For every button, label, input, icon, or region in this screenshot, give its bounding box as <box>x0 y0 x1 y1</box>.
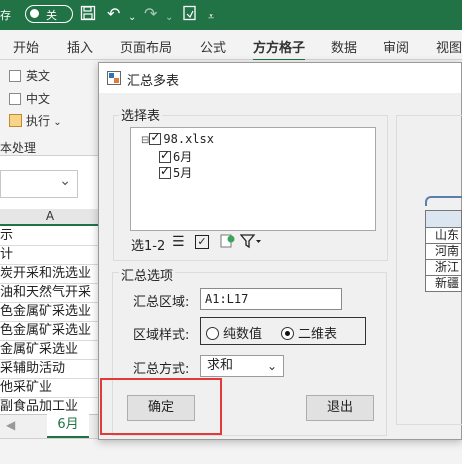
english-checkbox[interactable] <box>9 70 21 82</box>
tab-page-layout[interactable]: 页面布局 <box>120 37 172 56</box>
tab-review[interactable]: 审阅 <box>383 37 409 56</box>
exit-button[interactable]: 退出 <box>306 395 374 421</box>
child-label: 6月 <box>173 150 193 164</box>
scroll-left-icon[interactable]: ◀ <box>6 418 15 432</box>
radio-2d-table[interactable]: 二维表 <box>281 323 337 342</box>
tree-root[interactable]: ⊟ 98.xlsx <box>141 130 214 146</box>
root-label: 98.xlsx <box>163 132 214 146</box>
tree-child[interactable]: 5月 <box>159 164 192 181</box>
execute-icon <box>9 114 22 127</box>
touch-mode-icon[interactable] <box>182 5 198 25</box>
undo-dropdown-icon[interactable]: ⌄ <box>128 9 136 27</box>
ribbon-group-label: 本处理 <box>0 141 37 155</box>
table-row[interactable]: 采辅助活动 <box>0 360 100 379</box>
name-box[interactable] <box>0 170 78 198</box>
tab-insert[interactable]: 插入 <box>67 37 93 56</box>
table-row[interactable]: 示 <box>0 227 100 246</box>
chevron-down-icon: ⌄ <box>266 359 277 373</box>
chinese-checkbox[interactable] <box>9 93 21 105</box>
more-icon[interactable]: ⩡ <box>208 8 214 26</box>
table-row[interactable]: 色金属矿采选业 <box>0 322 100 341</box>
summary-options-label: 汇总选项 <box>119 265 176 284</box>
example-table-header <box>425 210 462 228</box>
table-row[interactable]: 他采矿业 <box>0 379 100 398</box>
chinese-option[interactable]: 中文 <box>9 90 50 107</box>
redo-icon[interactable]: ↷ <box>144 5 157 23</box>
table-row[interactable]: 金属矿采选业 <box>0 341 100 360</box>
range-input[interactable]: A1:L17 <box>200 288 342 310</box>
toggle-knob <box>30 9 39 18</box>
tab-data[interactable]: 数据 <box>331 37 357 56</box>
filter-icon[interactable] <box>239 233 262 252</box>
autosave-toggle[interactable]: 关 <box>25 5 73 23</box>
table-row[interactable]: 炭开采和洗选业 <box>0 265 100 284</box>
app-icon <box>107 71 121 85</box>
ribbon-tabs: 开始 插入 页面布局 公式 方方格子 数据 审阅 视图 <box>0 30 462 62</box>
range-label: 汇总区域: <box>133 295 190 310</box>
sheet-tab[interactable]: 6月 <box>47 414 89 438</box>
tab-view[interactable]: 视图 <box>436 37 462 56</box>
tab-fangfang[interactable]: 方方格子 <box>253 37 306 62</box>
radio-button-selected[interactable] <box>281 327 294 340</box>
tab-home[interactable]: 开始 <box>13 37 39 56</box>
status-bar <box>0 438 462 464</box>
english-label: 英文 <box>26 69 51 83</box>
collapse-icon[interactable]: ⊟ <box>141 135 149 146</box>
table-row[interactable]: 色金属矿采选业 <box>0 303 100 322</box>
example-row: 新疆 <box>425 276 462 292</box>
title-bar: 存 关 ↶ ⌄ ↷ ⌄ ⩡ <box>0 0 462 30</box>
example-row: 山东 <box>425 228 462 244</box>
radio-2d-label: 二维表 <box>298 327 338 342</box>
locate-icon[interactable] <box>220 233 236 252</box>
example-bracket <box>425 196 462 206</box>
style-label: 区域样式: <box>133 328 190 343</box>
child-checkbox[interactable] <box>159 164 171 179</box>
root-checkbox[interactable] <box>149 130 162 145</box>
autosave-label: 存 <box>0 9 11 22</box>
dialog-title-bar: 汇总多表 <box>99 63 461 93</box>
child-checkbox[interactable] <box>159 148 171 163</box>
method-value: 求和 <box>207 358 234 373</box>
selection-count: 选1-2 <box>131 239 166 254</box>
select-tables-label: 选择表 <box>119 105 163 124</box>
check-all-icon[interactable]: ✓ <box>195 235 209 249</box>
autosave-state: 关 <box>46 9 57 22</box>
column-header-a[interactable]: A <box>0 209 100 226</box>
table-row[interactable]: 油和天然气开采 <box>0 284 100 303</box>
example-row: 浙江 <box>425 260 462 276</box>
table-tree[interactable]: ⊟ 98.xlsx 6月 5月 <box>130 127 376 231</box>
dialog-title: 汇总多表 <box>127 74 180 89</box>
example-row: 河南 <box>425 244 462 260</box>
radio-button[interactable] <box>206 327 219 340</box>
table-row[interactable]: 计 <box>0 246 100 265</box>
method-select[interactable]: 求和 ⌄ <box>200 355 284 377</box>
english-option[interactable]: 英文 <box>9 67 50 84</box>
save-icon[interactable] <box>80 5 96 25</box>
child-label: 5月 <box>173 166 193 180</box>
execute-button[interactable]: 执行 ⌄ <box>9 112 62 129</box>
chevron-down-icon: ⌄ <box>50 117 62 128</box>
radio-plain-label: 纯数值 <box>223 327 263 342</box>
example-table: 山东 河南 浙江 新疆 <box>425 210 462 292</box>
chinese-label: 中文 <box>26 92 51 106</box>
redo-dropdown-icon[interactable]: ⌄ <box>165 9 173 27</box>
undo-icon[interactable]: ↶ <box>107 5 120 23</box>
tree-child[interactable]: 6月 <box>159 148 192 165</box>
tab-formulas[interactable]: 公式 <box>200 37 226 56</box>
execute-label: 执行 <box>26 114 51 128</box>
style-radio-group: 纯数值 二维表 <box>200 317 366 345</box>
list-icon[interactable]: ☰ <box>172 234 185 250</box>
radio-plain-values[interactable]: 纯数值 <box>206 323 262 342</box>
highlight-box <box>100 378 222 435</box>
method-label: 汇总方式: <box>133 362 190 377</box>
